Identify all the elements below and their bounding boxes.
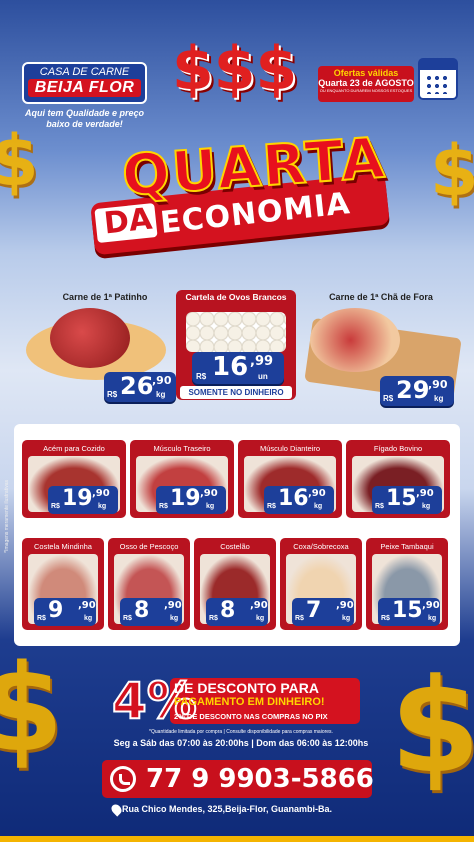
store-address: Rua Chico Mendes, 325,Beija-Flor, Guanam… [122, 804, 333, 814]
featured-price-tag-3: R$ 29 ,90 kg [380, 376, 454, 406]
featured-label-3: Carne de 1ª Chã de Fora [329, 292, 433, 302]
product-card: Fígado Bovino R$ 15,90 kg [346, 440, 450, 518]
product-card: Peixe Tambaqui R$ 15,90 kg [366, 538, 448, 630]
offer-title: Ofertas válidas [333, 68, 399, 78]
product-price-tag: R$ 8,90 kg [120, 598, 182, 626]
dollar-deco-icon: $ [0, 640, 64, 779]
featured-price-tag-2: R$ 16 ,99 un [192, 352, 284, 384]
offer-small: OU ENQUANTO DURAREM NOSSOS ESTOQUES [319, 88, 413, 93]
brand-logo: CASA DE CARNE BEIJA FLOR [22, 62, 147, 104]
meat-image [50, 308, 130, 368]
featured-price-tag-1: R$ 26 ,90 kg [104, 372, 176, 402]
product-card: Acém para Cozido R$ 19,90 kg [22, 440, 126, 518]
phone-number[interactable]: 77 9 9903-5866 [146, 764, 374, 794]
discount-line2: PAGAMENTO EM DINHEIRO! [174, 696, 325, 708]
image-disclaimer: *Imagens meramente ilustrativas [4, 480, 10, 553]
product-price-tag: R$ 7,90 kg [292, 598, 354, 626]
product-card: Músculo Dianteiro R$ 16,90 kg [238, 440, 342, 518]
meat-image [310, 308, 400, 372]
bottom-bar [0, 836, 474, 842]
offer-box: Ofertas válidas Quarta 23 de AGOSTO OU E… [318, 66, 414, 102]
product-card: Costela Mindinha R$ 9,90 kg [22, 538, 104, 630]
product-price-tag: R$ 9,90 kg [34, 598, 96, 626]
product-price-tag: R$ 15,90 kg [378, 598, 440, 626]
product-price-tag: R$ 19,90 kg [156, 486, 226, 514]
calendar-icon [418, 58, 458, 100]
opening-hours: Seg a Sáb das 07:00 às 20:00hs | Dom das… [113, 738, 369, 748]
product-price-tag: R$ 8,90 kg [206, 598, 268, 626]
product-name: Peixe Tambaqui [380, 542, 434, 551]
product-name: Coxa/Sobrecoxa [293, 542, 349, 551]
offer-date: Quarta 23 de AGOSTO [318, 78, 414, 88]
discount-line1: DE DESCONTO PARA [174, 680, 319, 696]
product-name: Costela Mindinha [34, 542, 92, 551]
brand-slogan: Aqui tem Qualidade e preço baixo de verd… [24, 108, 145, 129]
cash-only-note: SOMENTE NO DINHEIRO [180, 386, 292, 399]
headline-da: DA [102, 201, 154, 242]
discount-line3: 2% DE DESCONTO NAS COMPRAS NO PIX [174, 712, 328, 721]
dollar-deco-icon: $ [430, 130, 474, 212]
product-name: Fígado Bovino [373, 444, 423, 453]
headline-dollars: $$$ [172, 34, 298, 104]
whatsapp-icon [110, 766, 136, 792]
brand-line2: BEIJA FLOR [28, 79, 141, 97]
product-card: Costelão R$ 8,90 kg [194, 538, 276, 630]
product-card: Músculo Traseiro R$ 19,90 kg [130, 440, 234, 518]
product-name: Costelão [220, 542, 250, 551]
featured-label-1: Carne de 1ª Patinho [62, 292, 148, 302]
product-price-tag: R$ 16,90 kg [264, 486, 334, 514]
dollar-deco-icon: $ [390, 650, 474, 802]
product-price-tag: R$ 15,90 kg [372, 486, 442, 514]
featured-label-2: Cartela de Ovos Brancos [185, 292, 287, 302]
purchase-notes: *Quantidade limitada por compra | Consul… [149, 729, 333, 735]
product-card: Osso de Pescoço R$ 8,90 kg [108, 538, 190, 630]
product-name: Osso de Pescoço [119, 542, 179, 551]
dollar-deco-icon: $ [0, 120, 39, 202]
product-price-tag: R$ 19,90 kg [48, 486, 118, 514]
eggs-image [186, 312, 286, 352]
product-card: Coxa/Sobrecoxa R$ 7,90 kg [280, 538, 362, 630]
product-name: Músculo Traseiro [153, 444, 211, 453]
product-name: Músculo Dianteiro [259, 444, 321, 453]
brand-line1: CASA DE CARNE [39, 66, 130, 78]
product-name: Acém para Cozido [43, 444, 105, 453]
